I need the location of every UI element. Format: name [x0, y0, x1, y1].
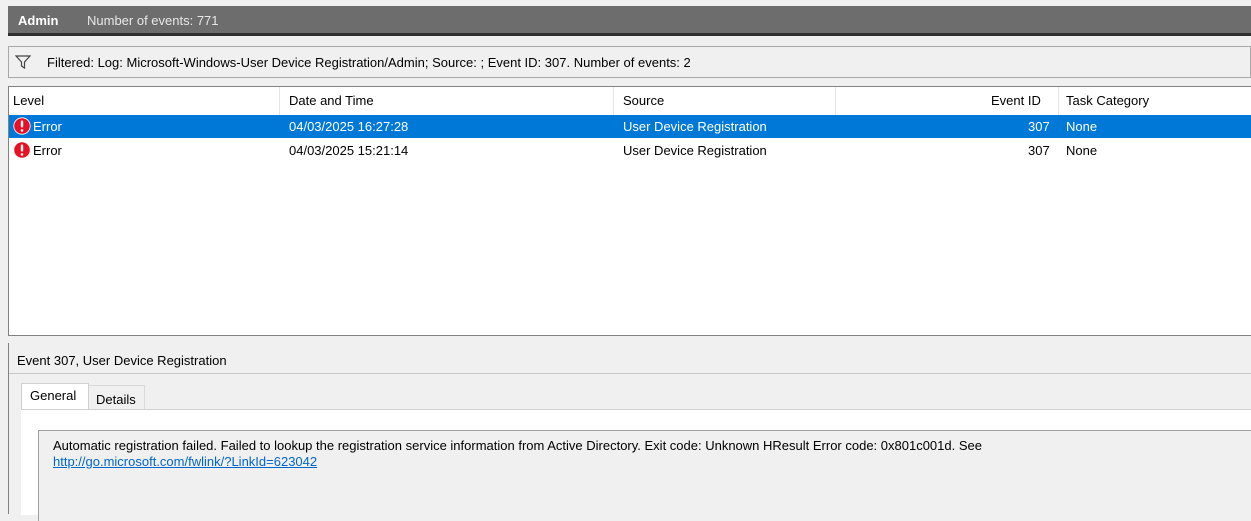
tab-general[interactable]: General: [21, 383, 89, 409]
row-task-category: None: [1066, 119, 1098, 134]
filter-description: Filtered: Log: Microsoft-Windows-User De…: [47, 55, 691, 70]
error-icon: [13, 117, 31, 135]
row-level: Error: [33, 143, 62, 158]
error-icon: [13, 141, 31, 159]
detail-title: Event 307, User Device Registration: [17, 353, 227, 368]
event-count: Number of events: 771: [87, 13, 219, 28]
event-message-text: Automatic registration failed. Failed to…: [53, 438, 982, 453]
event-message: Automatic registration failed. Failed to…: [53, 438, 982, 470]
row-source: User Device Registration: [623, 143, 767, 158]
log-header-bar: Admin Number of events: 771: [8, 6, 1251, 36]
event-detail-pane: Event 307, User Device Registration Gene…: [8, 343, 1251, 521]
column-header-date-time[interactable]: Date and Time: [289, 93, 374, 108]
column-header-level[interactable]: Level: [13, 93, 44, 108]
general-tab-content: Automatic registration failed. Failed to…: [21, 409, 1251, 521]
filter-bar: Filtered: Log: Microsoft-Windows-User De…: [8, 46, 1251, 78]
column-header-source[interactable]: Source: [623, 93, 664, 108]
event-list[interactable]: Level Date and Time Source Event ID Task…: [8, 86, 1251, 336]
log-title: Admin: [18, 13, 59, 28]
column-header-event-id[interactable]: Event ID: [991, 93, 1041, 108]
row-date-time: 04/03/2025 15:21:14: [289, 143, 409, 158]
tab-details[interactable]: Details: [89, 385, 145, 409]
filter-icon: [15, 55, 31, 69]
event-message-box[interactable]: Automatic registration failed. Failed to…: [38, 430, 1251, 521]
row-event-id: 307: [1028, 143, 1050, 158]
row-task-category: None: [1066, 143, 1098, 158]
row-level: Error: [33, 119, 62, 134]
row-date-time: 04/03/2025 16:27:28: [289, 119, 409, 134]
table-row[interactable]: Error 04/03/2025 16:27:28 User Device Re…: [9, 115, 1251, 138]
column-header-task-category[interactable]: Task Category: [1066, 93, 1149, 108]
table-row[interactable]: Error 04/03/2025 15:21:14 User Device Re…: [9, 139, 1251, 162]
row-event-id: 307: [1028, 119, 1050, 134]
row-source: User Device Registration: [623, 119, 767, 134]
divider: [9, 373, 1251, 374]
fwlink-link[interactable]: http://go.microsoft.com/fwlink/?LinkId=6…: [53, 454, 317, 469]
column-header-row: Level Date and Time Source Event ID Task…: [9, 87, 1251, 115]
